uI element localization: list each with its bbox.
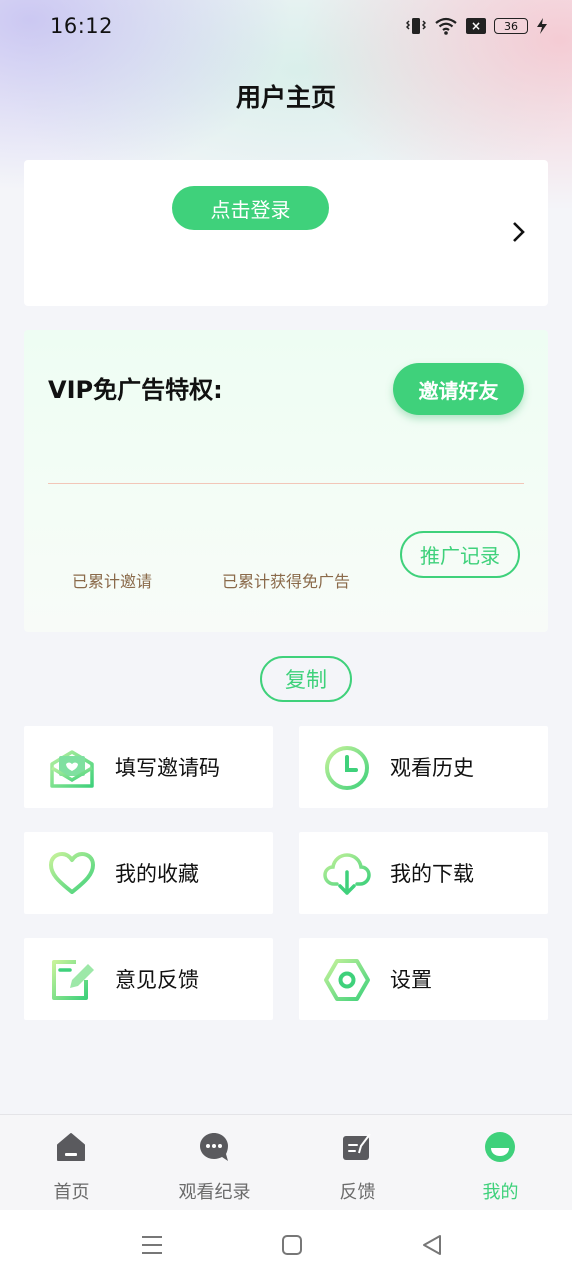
login-button[interactable]: 点击登录 [172,186,329,230]
status-bar: 16:12 × 36 [0,0,572,52]
cloud-download-icon [323,853,371,895]
tab-label: 首页 [53,1182,90,1203]
system-nav-bar [0,1210,572,1280]
copy-button[interactable]: 复制 [260,656,352,702]
clock-icon [325,746,369,790]
invited-count-label: 已累计邀请 [72,572,153,591]
edit-note-icon [52,960,94,1000]
chevron-right-icon[interactable] [510,220,528,244]
status-time: 16:12 [50,14,114,38]
tab-mine[interactable]: 我的 [429,1115,572,1211]
battery-level: 36 [504,19,518,33]
page-title: 用户主页 [235,83,336,112]
menu-item-downloads[interactable]: 我的下载 [299,832,548,914]
status-icons: × 36 [406,17,548,35]
feedback-icon [343,1133,371,1160]
tab-label: 我的 [482,1182,519,1203]
menu-label: 填写邀请码 [115,756,220,780]
menu-icon[interactable] [139,1232,165,1258]
menu-label: 我的下载 [390,862,474,886]
menu-label: 观看历史 [390,756,474,780]
login-card[interactable]: 点击登录 [24,160,548,306]
battery-icon: 36 [494,18,528,34]
home-icon [57,1133,85,1161]
profile-icon [485,1132,515,1162]
bottom-tab-bar: 首页 观看纪录 反馈 我的 [0,1114,572,1210]
menu-item-favorites[interactable]: 我的收藏 [24,832,273,914]
menu-item-invite-code[interactable]: 填写邀请码 [24,726,273,808]
tab-feedback[interactable]: 反馈 [286,1115,429,1211]
charging-icon [536,17,548,35]
menu-label: 设置 [390,968,432,992]
tab-watch-records[interactable]: 观看纪录 [143,1115,286,1211]
heart-icon [49,852,95,894]
menu-item-feedback[interactable]: 意见反馈 [24,938,273,1020]
menu-item-watch-history[interactable]: 观看历史 [299,726,548,808]
tab-label: 观看纪录 [178,1182,251,1203]
vip-title: VIP免广告特权: [48,376,223,404]
ad-free-earned-label: 已累计获得免广告 [222,572,351,591]
settings-hexagon-icon [324,959,370,1001]
vibrate-icon [406,17,426,35]
back-triangle-icon[interactable] [419,1232,445,1258]
x-box-icon: × [466,18,486,34]
wifi-icon [434,17,458,35]
chat-bubble-icon [200,1133,228,1161]
vip-card: VIP免广告特权: 邀请好友 已累计邀请 已累计获得免广告 推广记录 [24,330,548,632]
menu-label: 意见反馈 [115,968,199,992]
promotion-record-button[interactable]: 推广记录 [400,531,520,578]
tab-home[interactable]: 首页 [0,1115,143,1211]
home-square-icon[interactable] [279,1232,305,1258]
tab-label: 反馈 [339,1182,376,1203]
vip-divider [48,483,524,484]
invite-friends-button[interactable]: 邀请好友 [393,363,524,415]
menu-item-settings[interactable]: 设置 [299,938,548,1020]
envelope-icon [50,750,94,788]
menu-label: 我的收藏 [115,862,199,886]
